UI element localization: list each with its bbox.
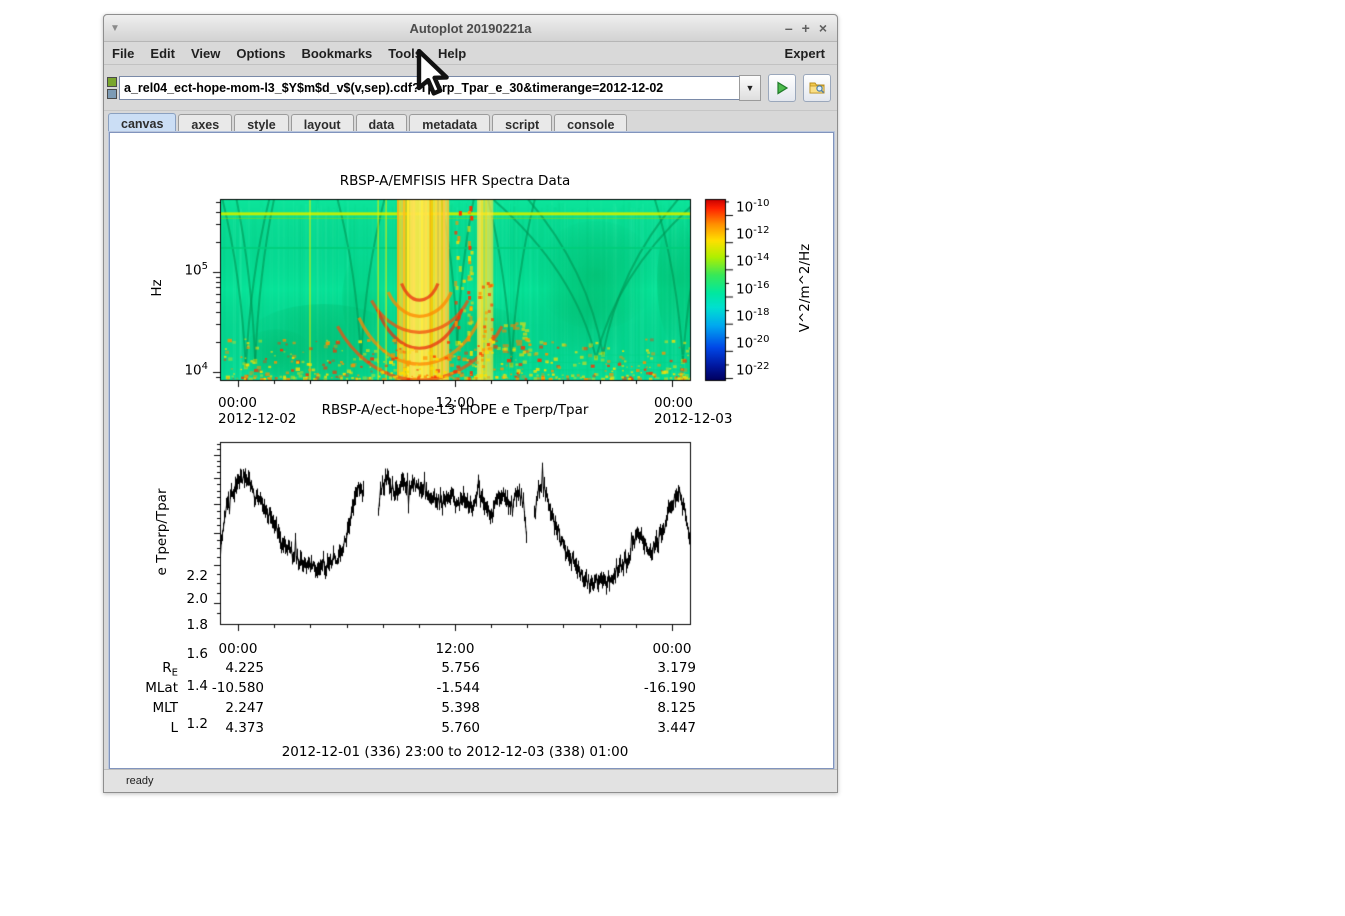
menu-bookmarks[interactable]: Bookmarks [293,44,380,63]
autoplot-window: ▼ Autoplot 20190221a – + × File Edit View Opt… [103,14,838,793]
orbit-value-1-2: -16.190 [643,680,696,696]
plot1-ytick-1e5: 105 [184,261,208,279]
menu-bar: File Edit View Options Bookmarks Tools Help Ex… [104,42,837,65]
expert-menu[interactable]: Expert [773,44,837,63]
status-bar: ready [104,769,837,792]
menu-view[interactable]: View [183,44,228,63]
plot2-ytick-2.0: 2.0 [186,591,208,607]
play-icon [777,80,789,95]
uri-type-icons [107,76,117,99]
orbit-row-label-1: MLat [145,680,178,696]
plot-indicator-blue-icon [107,88,117,99]
orbit-value-0-2: 3.179 [657,660,696,676]
orbit-value-2-2: 8.125 [657,700,696,716]
orbit-value-1-0: -10.580 [211,680,264,696]
menu-options[interactable]: Options [228,44,293,63]
menu-tools[interactable]: Tools [380,44,430,63]
plot2-title: RBSP-A/ect-hope-L3 HOPE e Tperp/Tpar [321,402,589,418]
orbit-value-0-1: 5.756 [441,660,480,676]
minimize-button[interactable]: – [785,21,793,35]
orbit-value-1-1: -1.544 [436,680,480,696]
orbit-row-label-3: L [170,720,178,736]
plot2-xtick-0: 00:00 [218,641,258,657]
colorbar-tick--10: 10-10 [736,198,770,216]
orbit-row-label-2: MLT [152,700,178,716]
colorbar-tick--14: 10-14 [736,252,770,270]
uri-input[interactable] [119,75,739,100]
orbit-value-2-0: 2.247 [225,700,264,716]
plot-canvas-panel[interactable]: RBSP-A/EMFISIS HFR Spectra Data Hz 105 104 1… [108,131,835,770]
colorbar-tick--22: 10-22 [736,361,770,379]
menu-edit[interactable]: Edit [142,44,183,63]
colorbar-tick--18: 10-18 [736,306,770,325]
title-bar[interactable]: ▼ Autoplot 20190221a – + × [104,15,837,42]
orbit-value-2-1: 5.398 [441,700,480,716]
plot2-xtick-1: 12:00 [435,641,475,657]
folder-magnifier-icon [809,82,824,94]
plot-indicator-green-icon [107,76,117,87]
plot2-xtick-2: 00:00 [652,641,692,657]
window-title: Autoplot 20190221a [409,20,532,36]
go-button[interactable] [768,73,796,102]
colorbar-tick--20: 10-20 [736,333,770,352]
orbit-row-label-0: RE [162,660,178,679]
uri-dropdown-button[interactable]: ▼ [739,74,761,101]
plot1-ytick-1e4: 104 [184,361,208,379]
time-range-label: 2012-12-01 (336) 23:00 to 2012-12-03 (33… [281,744,629,760]
orbit-value-3-1: 5.760 [441,720,480,736]
window-controls: – + × [785,21,837,35]
plot2-ytick-1.8: 1.8 [186,617,208,633]
plot1-ylabel: Hz [149,279,165,297]
menu-file[interactable]: File [104,44,142,63]
orbit-value-3-2: 3.447 [657,720,696,736]
inspect-button[interactable] [803,73,831,102]
plot2-ylabel: e Tperp/Tpar [154,488,170,576]
status-text: ready [126,775,154,787]
colorbar-label: V^2/m^2/Hz [797,243,813,333]
menu-help[interactable]: Help [430,44,474,63]
uri-panel: ▼ [104,65,837,111]
plot2-ytick-2.2: 2.2 [186,568,208,584]
orbit-value-3-0: 4.373 [225,720,264,736]
colorbar-tick--16: 10-16 [736,279,770,298]
orbit-value-0-0: 4.225 [225,660,264,676]
close-button[interactable]: × [819,21,827,35]
colorbar-tick--12: 10-12 [736,225,770,243]
maximize-button[interactable]: + [802,21,810,35]
plot1-title: RBSP-A/EMFISIS HFR Spectra Data [339,173,571,189]
